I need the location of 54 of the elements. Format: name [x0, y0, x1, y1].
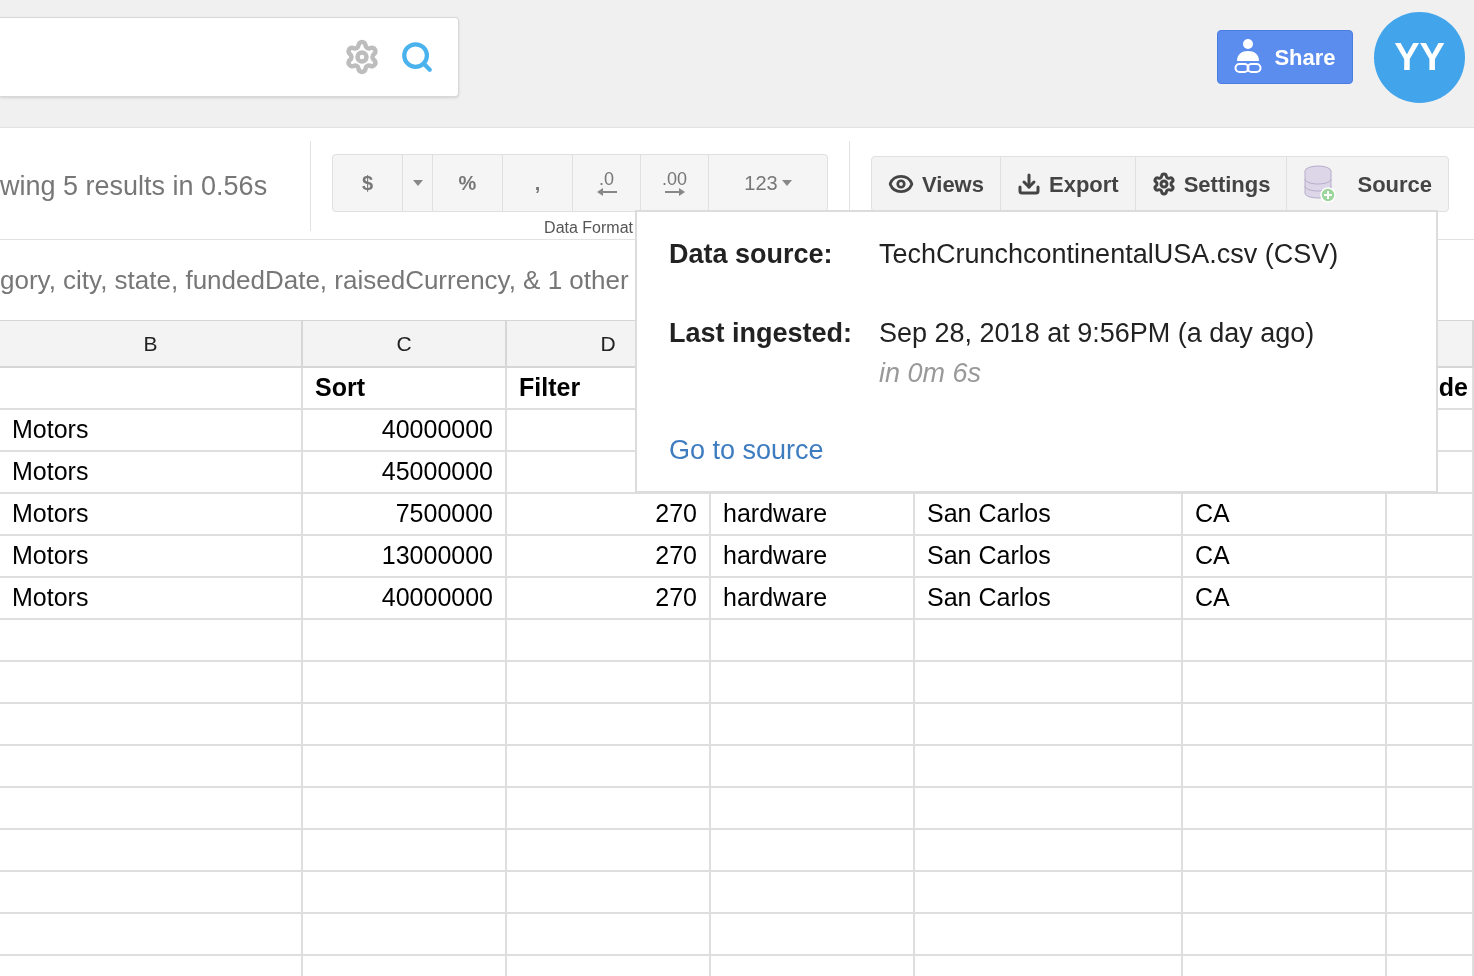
go-to-source-link[interactable]: Go to source [669, 429, 824, 470]
table-cell-text: 13000000 [381, 540, 493, 572]
person-link-icon [1234, 39, 1263, 75]
column-header: de [1438, 372, 1468, 404]
table-cell-text: CA [1195, 498, 1230, 530]
table-cell-text: San Carlos [927, 498, 1051, 530]
column-letter: C [396, 330, 412, 357]
database-icon [1303, 165, 1338, 203]
table-cell-text: Motors [12, 540, 89, 572]
table-cell-text: 270 [655, 498, 697, 530]
caret-icon [781, 180, 792, 186]
table-cell-text: hardware [723, 498, 828, 530]
ingested-value: Sep 28, 2018 at 9:56PM (a day ago) [879, 316, 1316, 350]
table-cell-text: hardware [723, 540, 828, 572]
table-cell-text: San Carlos [927, 540, 1051, 572]
settings-icon [344, 39, 380, 75]
left-arrow-icon [596, 188, 617, 196]
column-letter: B [143, 330, 158, 357]
format-button[interactable]: % [433, 155, 503, 211]
source-value: TechCrunchcontinentalUSA.csv (CSV) [879, 238, 1340, 271]
table-cell-text: San Carlos [927, 582, 1051, 614]
table-cell-text: 7500000 [395, 498, 493, 530]
search-icon [400, 40, 434, 74]
format-button[interactable]: , [503, 155, 573, 211]
table-cell-text: CA [1195, 540, 1230, 572]
ingest-duration: in 0m 6s [879, 357, 983, 390]
table-cell-text: Motors [12, 498, 89, 530]
table-cell-text: 40000000 [381, 414, 493, 446]
columns-summary: gory, city, state, fundedDate, raisedCurrency, & 1 other [0, 263, 629, 297]
table-cell-text: Motors [12, 582, 89, 614]
number-format-dropdown[interactable]: 123 [709, 155, 827, 211]
column-header: Filter [519, 372, 581, 404]
avatar[interactable]: YY [1374, 12, 1465, 103]
share-button[interactable]: Share [1217, 30, 1353, 84]
table-cell-text: Motors [12, 456, 89, 488]
caret-icon [412, 180, 423, 186]
table-cell-text: Motors [12, 414, 89, 446]
table-cell-text: 270 [655, 540, 697, 572]
format-button[interactable]: $ [333, 155, 403, 211]
table-cell-text: 45000000 [381, 456, 493, 488]
toolbar-caption: Data Format [544, 218, 633, 238]
table-cell-text: 270 [655, 582, 697, 614]
gear-icon [1151, 172, 1176, 196]
column-header: Sort [315, 372, 365, 404]
search-field[interactable] [0, 17, 459, 97]
download-icon [1017, 172, 1041, 196]
column-letter: D [600, 330, 616, 357]
table-cell-text: 40000000 [381, 582, 493, 614]
table-cell-text: hardware [723, 582, 828, 614]
results-summary: wing 5 results in 0.56s [0, 169, 268, 203]
ingested-label: Last ingested: [669, 316, 854, 350]
source-label: Data source: [669, 238, 834, 271]
right-arrow-icon [664, 188, 685, 196]
table-cell-text: CA [1195, 582, 1230, 614]
